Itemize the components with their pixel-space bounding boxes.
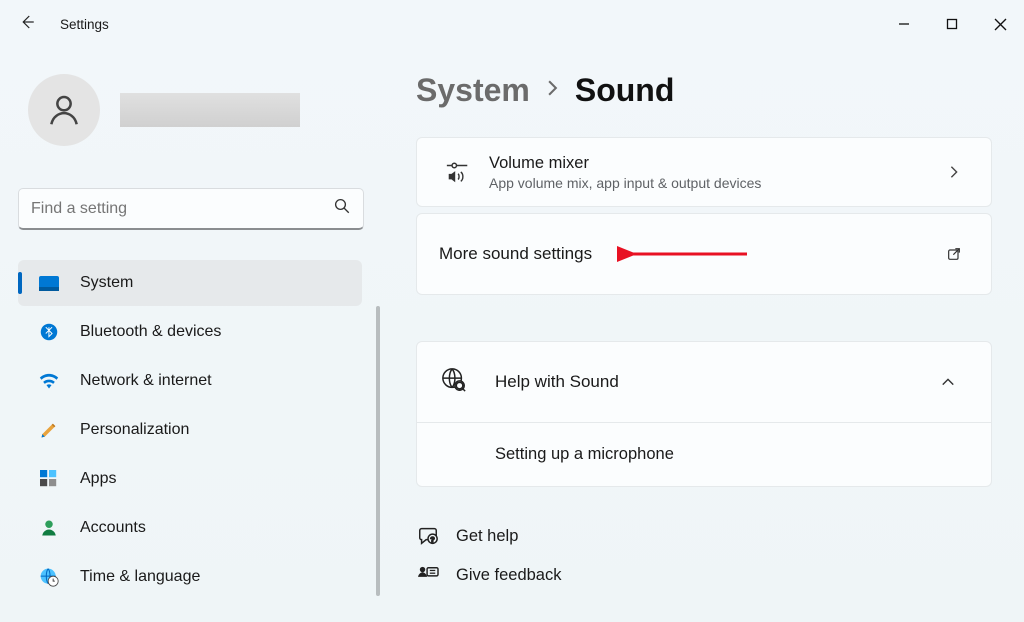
paintbrush-icon — [38, 419, 60, 441]
display-icon — [38, 272, 60, 294]
nav-time-language[interactable]: Time & language — [18, 554, 362, 600]
svg-text:?: ? — [430, 535, 435, 544]
breadcrumb-parent[interactable]: System — [416, 72, 530, 109]
sidebar: System Bluetooth & devices Network & int… — [0, 48, 380, 622]
help-title: Help with Sound — [495, 372, 933, 392]
nav-system[interactable]: System — [18, 260, 362, 306]
window-controls — [880, 0, 1024, 48]
profile-block[interactable] — [28, 74, 362, 146]
globe-clock-icon — [38, 566, 60, 588]
chevron-up-icon — [933, 377, 963, 387]
get-help-link[interactable]: ? Get help — [416, 525, 992, 547]
person-icon — [38, 517, 60, 539]
chevron-right-icon — [546, 79, 559, 103]
nav-personalization[interactable]: Personalization — [18, 407, 362, 453]
give-feedback-link[interactable]: Give feedback — [416, 565, 992, 585]
red-arrow-annotation — [617, 214, 757, 294]
globe-search-icon — [441, 367, 475, 398]
search-box[interactable] — [18, 188, 364, 230]
nav-label: System — [80, 274, 133, 292]
help-item-microphone[interactable]: Setting up a microphone — [417, 422, 991, 486]
nav-label: Time & language — [80, 568, 200, 586]
nav-network[interactable]: Network & internet — [18, 358, 362, 404]
nav-accounts[interactable]: Accounts — [18, 505, 362, 551]
nav-label: Accounts — [80, 519, 146, 537]
nav-apps[interactable]: Apps — [18, 456, 362, 502]
external-link-icon — [939, 246, 969, 262]
mixer-icon — [439, 160, 477, 184]
breadcrumb: System Sound — [416, 72, 992, 109]
avatar — [28, 74, 100, 146]
volume-mixer-card[interactable]: Volume mixer App volume mix, app input &… — [416, 137, 992, 207]
user-name-placeholder — [120, 93, 300, 127]
nav-label: Apps — [80, 470, 116, 488]
breadcrumb-current: Sound — [575, 72, 675, 109]
search-input[interactable] — [31, 200, 333, 218]
maximize-button[interactable] — [928, 0, 976, 48]
window-title: Settings — [60, 17, 109, 32]
sidebar-scrollbar[interactable] — [376, 306, 380, 596]
more-sound-settings-card[interactable]: More sound settings — [416, 213, 992, 295]
nav: System Bluetooth & devices Network & int… — [18, 260, 362, 600]
apps-icon — [38, 468, 60, 490]
back-button[interactable] — [18, 13, 36, 36]
help-item-label: Setting up a microphone — [495, 445, 674, 463]
row-subtitle: App volume mix, app input & output devic… — [489, 175, 939, 191]
nav-label: Network & internet — [80, 372, 212, 390]
close-button[interactable] — [976, 0, 1024, 48]
feedback-icon — [416, 565, 440, 585]
nav-label: Personalization — [80, 421, 189, 439]
help-header[interactable]: Help with Sound — [417, 342, 991, 422]
row-title: Volume mixer — [489, 154, 939, 173]
nav-bluetooth[interactable]: Bluetooth & devices — [18, 309, 362, 355]
wifi-icon — [38, 370, 60, 392]
footer-links: ? Get help Give feedback — [416, 525, 992, 585]
title-bar: Settings — [0, 0, 1024, 48]
main-content: System Sound Volume mixer App volume mix… — [380, 48, 1024, 622]
nav-label: Bluetooth & devices — [80, 323, 221, 341]
search-icon — [333, 197, 351, 220]
help-chat-icon: ? — [416, 525, 440, 547]
help-with-sound-card: Help with Sound Setting up a microphone — [416, 341, 992, 487]
chevron-right-icon — [939, 165, 969, 179]
link-label: Get help — [456, 527, 518, 546]
bluetooth-icon — [38, 321, 60, 343]
minimize-button[interactable] — [880, 0, 928, 48]
link-label: Give feedback — [456, 566, 561, 585]
